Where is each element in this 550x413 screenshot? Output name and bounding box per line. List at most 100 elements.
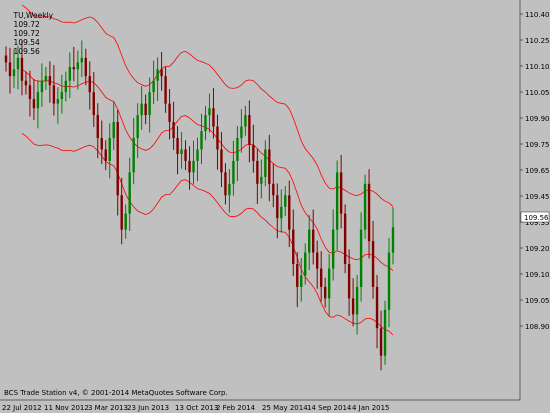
candle-body bbox=[331, 229, 335, 269]
candle-body bbox=[80, 57, 84, 63]
candle-body bbox=[140, 103, 143, 116]
candle-body bbox=[152, 80, 155, 93]
candle-body bbox=[188, 160, 191, 173]
candle-body bbox=[343, 213, 347, 264]
candle-body bbox=[260, 176, 263, 184]
candle-body bbox=[136, 115, 139, 138]
candle-body bbox=[264, 149, 267, 177]
candle-body bbox=[52, 85, 56, 104]
candle-body bbox=[335, 172, 339, 230]
candle-body bbox=[12, 69, 16, 77]
candle-body bbox=[359, 229, 363, 287]
candle-body bbox=[387, 252, 391, 310]
candle-body bbox=[288, 195, 291, 230]
time-axis: 22 Jul 2012 11 Nov 2012 3 Mar 2013 23 Jun 2… bbox=[2, 404, 390, 412]
candle-body bbox=[40, 80, 44, 93]
time-tick-label: 22 Jul 2012 bbox=[2, 404, 42, 412]
candle-body bbox=[200, 131, 203, 150]
candle-body bbox=[128, 172, 131, 214]
candle-body bbox=[124, 213, 127, 230]
candle-body bbox=[148, 92, 151, 116]
time-tick-label: 2 Feb 2014 bbox=[216, 404, 256, 412]
candle-body bbox=[84, 57, 87, 77]
candle-body bbox=[76, 62, 80, 70]
candle-body bbox=[104, 149, 107, 161]
candle-body bbox=[312, 229, 315, 253]
low-value: 109.54 bbox=[13, 38, 40, 47]
price-tick-label: 110.10 bbox=[525, 63, 550, 71]
candle-body bbox=[327, 268, 331, 299]
candle-body bbox=[284, 195, 287, 207]
candle-body bbox=[323, 286, 327, 299]
time-tick-label: 13 Oct 2013 bbox=[175, 404, 218, 412]
time-tick-label: 4 Jan 2015 bbox=[352, 404, 390, 412]
candle-body bbox=[112, 121, 115, 138]
copyright-text: BCS Trade Station v4, © 2001-2014 MetaQu… bbox=[4, 389, 228, 397]
candle-body bbox=[339, 172, 343, 214]
candle-body bbox=[180, 149, 183, 155]
candle-body bbox=[164, 76, 167, 104]
candle-body bbox=[192, 160, 195, 173]
candle-body bbox=[244, 115, 247, 127]
candle-body bbox=[212, 108, 215, 127]
candle-body bbox=[256, 160, 259, 184]
high-value: 109.72 bbox=[13, 29, 40, 38]
candle-body bbox=[168, 103, 171, 122]
candle-body bbox=[252, 144, 255, 161]
candle-body bbox=[236, 138, 239, 161]
open-value: 109.72 bbox=[13, 20, 40, 29]
close-value: 109.56 bbox=[13, 47, 40, 56]
candle-body bbox=[196, 149, 199, 161]
candle-body bbox=[371, 241, 375, 287]
chart-header: TU,Weekly 109.72 109.72 109.54 109.56 bbox=[4, 2, 56, 65]
candle-body bbox=[204, 115, 207, 132]
candle-body bbox=[296, 264, 299, 287]
price-tick-label: 109.10 bbox=[525, 271, 550, 279]
candle-body bbox=[68, 66, 72, 81]
candle-body bbox=[64, 80, 68, 93]
candle-body bbox=[308, 229, 311, 253]
symbol-label: TU,Weekly bbox=[13, 11, 54, 20]
chart-window[interactable]: 110.40 110.25 110.10 110.05 109.90 109.75 109.… bbox=[0, 0, 550, 413]
candle-body bbox=[280, 206, 283, 219]
candle-body bbox=[304, 252, 307, 276]
time-tick-label: 25 May 2014 bbox=[262, 404, 308, 412]
time-tick-label: 3 Mar 2013 bbox=[88, 404, 128, 412]
candle-body bbox=[28, 85, 32, 100]
candle-body bbox=[319, 268, 323, 287]
price-tick-label: 110.40 bbox=[525, 11, 550, 19]
candle-body bbox=[383, 309, 387, 356]
price-tick-label: 109.75 bbox=[525, 141, 550, 149]
candle-body bbox=[144, 103, 147, 116]
price-tick-label: 109.90 bbox=[525, 115, 550, 123]
time-tick-label: 14 Sep 2014 bbox=[307, 404, 352, 412]
candle-body bbox=[176, 138, 179, 155]
candle-body bbox=[315, 252, 319, 269]
candle-body bbox=[24, 80, 28, 86]
price-chart[interactable]: 110.40 110.25 110.10 110.05 109.90 109.75 109.… bbox=[0, 0, 550, 413]
candle-body bbox=[116, 121, 119, 196]
candle-body bbox=[228, 183, 231, 196]
candle-body bbox=[216, 126, 219, 150]
candle-body bbox=[220, 149, 223, 173]
candle-body bbox=[132, 138, 135, 173]
candle-body bbox=[156, 69, 159, 81]
candle-body bbox=[224, 172, 227, 196]
candle-body bbox=[160, 69, 163, 77]
candle-body bbox=[347, 264, 351, 299]
candle-body bbox=[355, 286, 359, 315]
candle-body bbox=[240, 126, 243, 138]
candle-body bbox=[100, 138, 103, 150]
candle-body bbox=[232, 160, 235, 184]
price-tick-label: 110.05 bbox=[525, 89, 550, 97]
candle-body bbox=[391, 227, 395, 253]
candle-body bbox=[60, 92, 64, 100]
candle-body bbox=[92, 92, 95, 116]
candle-body bbox=[72, 66, 76, 70]
candle-body bbox=[96, 115, 99, 138]
price-tick-label: 110.25 bbox=[525, 37, 550, 45]
candle-body bbox=[88, 76, 91, 93]
time-tick-label: 23 Jun 2013 bbox=[127, 404, 169, 412]
candle-body bbox=[276, 195, 279, 219]
candle-body bbox=[184, 149, 187, 161]
